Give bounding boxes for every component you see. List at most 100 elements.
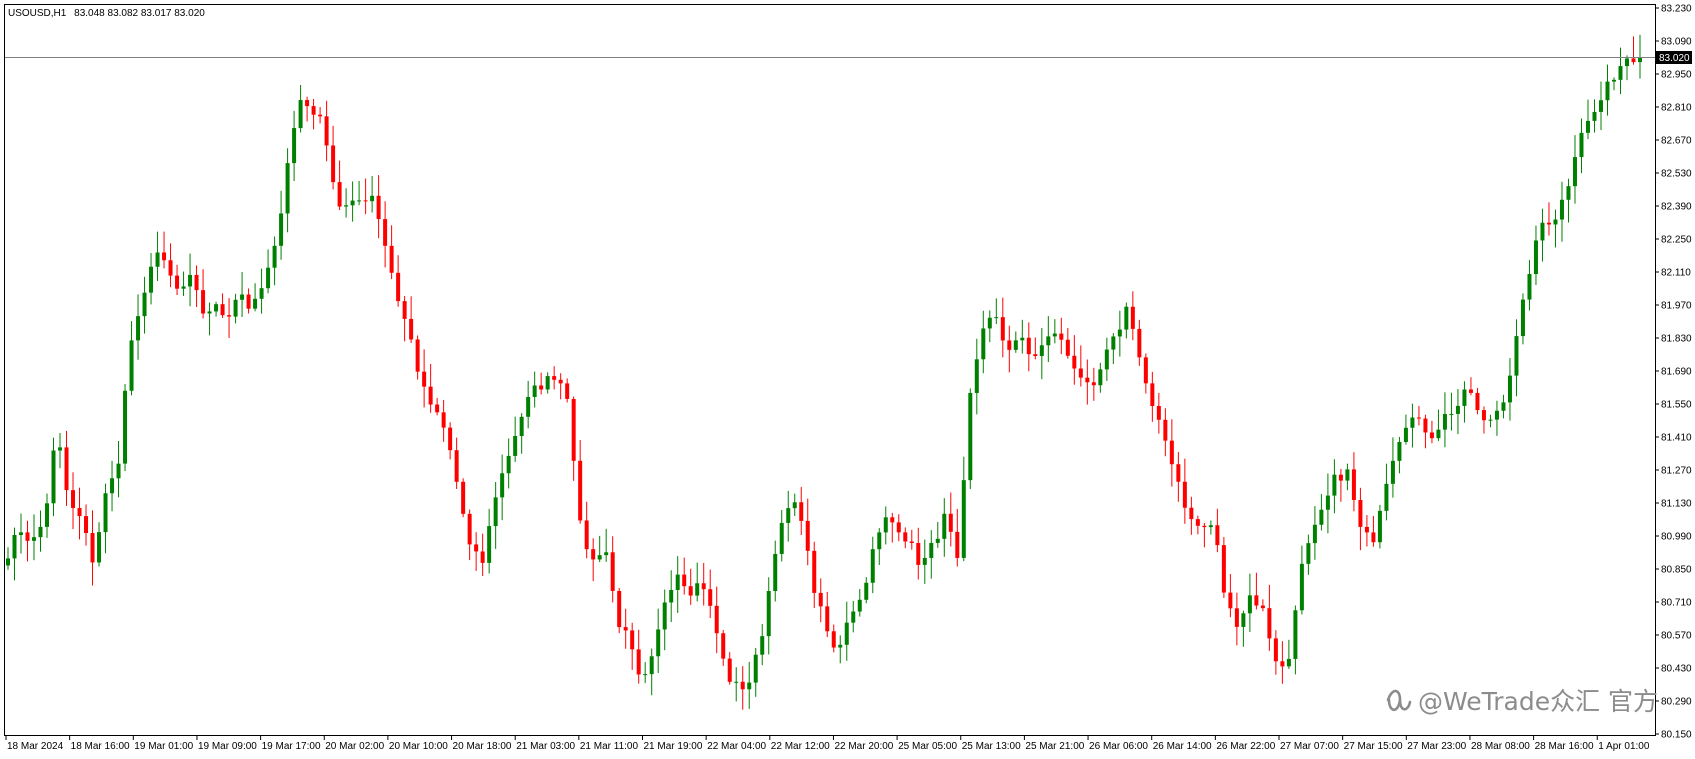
candle	[643, 662, 648, 684]
candle-body	[1481, 410, 1486, 421]
candle	[272, 236, 277, 286]
candle-body	[370, 195, 375, 202]
candle	[974, 338, 979, 415]
candle	[1247, 573, 1252, 632]
candle	[818, 578, 823, 623]
candle	[1104, 337, 1109, 381]
candle-body	[1189, 507, 1194, 520]
candle-body	[695, 583, 700, 596]
candle	[1267, 584, 1272, 651]
candle-body	[1254, 595, 1259, 606]
candle-body	[116, 463, 121, 479]
candle	[896, 514, 901, 542]
candle-body	[123, 390, 128, 464]
candle	[376, 175, 381, 239]
time-axis: 18 Mar 2024 18 Mar 16:00 19 Mar 01:00 19 Ma…	[5, 735, 1650, 752]
candle-body	[519, 416, 524, 437]
candle-body	[1364, 526, 1369, 533]
current-price-tag-label: 83.020	[1659, 53, 1690, 64]
candle	[136, 294, 141, 360]
price-chart[interactable]: 83.230 83.090 82.950 82.810 82.670 82.530 82.3…	[0, 0, 1695, 759]
candle-body	[467, 513, 472, 545]
candle-body	[1299, 563, 1304, 611]
candle	[987, 310, 992, 343]
candle	[779, 509, 784, 562]
candle	[760, 624, 765, 666]
time-tick-label: 25 Mar 13:00	[962, 741, 1021, 752]
candle	[935, 521, 940, 548]
candle	[259, 268, 264, 314]
candle	[1429, 420, 1434, 444]
candle-body	[565, 383, 570, 399]
candle	[1624, 55, 1629, 81]
candle	[1572, 135, 1577, 204]
candle	[695, 562, 700, 602]
candle-body	[337, 182, 342, 207]
candle-body	[656, 629, 661, 657]
time-tick-label: 25 Mar 21:00	[1025, 741, 1084, 752]
candle	[324, 100, 329, 162]
candle-body	[175, 275, 180, 289]
candle-body	[6, 558, 10, 566]
candle-body	[1514, 336, 1519, 376]
candle-body	[1169, 440, 1174, 465]
candle	[305, 96, 310, 122]
price-tick-label: 81.970	[1661, 301, 1692, 312]
candle	[318, 107, 323, 124]
time-tick-label: 20 Mar 10:00	[389, 741, 448, 752]
candle-body	[363, 200, 368, 202]
candle	[1312, 506, 1317, 560]
candle	[942, 498, 947, 557]
candle	[1319, 493, 1324, 531]
candle	[1046, 316, 1051, 363]
candle-body	[1533, 240, 1538, 275]
candle-body	[1195, 519, 1200, 526]
candle	[1228, 574, 1233, 618]
candle-body	[188, 274, 193, 287]
candle	[526, 380, 531, 429]
candle-body	[753, 654, 758, 683]
candle-body	[1091, 382, 1096, 386]
candle-body	[786, 508, 791, 523]
candle	[552, 366, 557, 390]
price-tick-label: 81.130	[1661, 499, 1692, 510]
price-tick-label: 80.430	[1661, 664, 1692, 675]
candle-body	[1631, 58, 1636, 63]
time-tick-label: 20 Mar 18:00	[453, 741, 512, 752]
time-tick-label: 26 Mar 22:00	[1216, 741, 1275, 752]
candle-body	[1423, 418, 1428, 433]
candle	[1052, 319, 1057, 344]
candle-body	[402, 301, 407, 319]
price-tick-label: 82.950	[1661, 70, 1692, 81]
candle-body	[1267, 608, 1272, 639]
candle-body	[604, 552, 609, 556]
candle-body	[1046, 336, 1051, 346]
candle-body	[968, 392, 973, 481]
candle-body	[168, 260, 173, 276]
candle-body	[1137, 328, 1142, 358]
time-tick-label: 27 Mar 15:00	[1344, 741, 1403, 752]
candle	[285, 148, 290, 233]
candle	[480, 533, 485, 577]
candle	[1221, 536, 1226, 598]
candle-body	[1488, 419, 1493, 421]
candle-body	[1104, 349, 1109, 370]
candle	[714, 586, 719, 654]
candle-body	[526, 396, 531, 417]
candle-body	[318, 114, 323, 117]
candle-body	[1319, 509, 1324, 525]
candle	[532, 371, 537, 408]
watermark: @WeTrade众汇 官方	[1386, 687, 1658, 716]
candle-body	[883, 517, 888, 533]
candle-body	[1455, 405, 1460, 414]
candle	[90, 510, 95, 586]
candle-body	[253, 298, 258, 309]
candle	[1091, 367, 1096, 401]
candle-body	[1020, 337, 1025, 341]
candle-body	[1215, 525, 1220, 546]
candle-body	[1475, 392, 1480, 411]
candle	[870, 536, 875, 594]
candle	[1013, 331, 1018, 353]
candle	[1130, 291, 1135, 341]
candle-body	[623, 627, 628, 631]
